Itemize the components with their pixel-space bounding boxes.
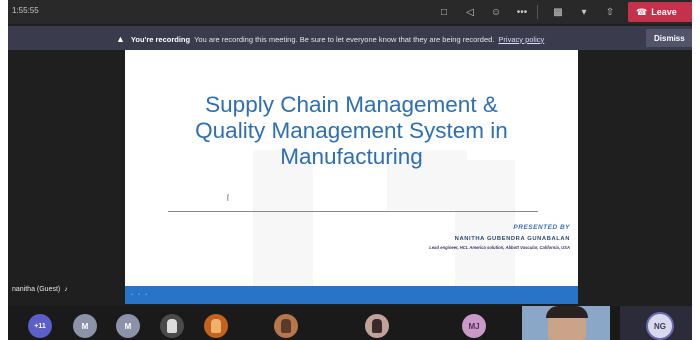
people-icon[interactable]: ◁ [458,3,482,21]
recording-banner: ▲ You're recording You are recording thi… [8,26,692,50]
recording-title: You're recording [130,34,191,44]
presenter-label: nanitha (Guest) ♪ [12,286,68,293]
presenter-name: NANITHA GUBENDRA GUNABALAN [454,236,570,242]
person-icon [211,319,221,333]
privacy-policy-link[interactable]: Privacy policy [498,35,544,44]
meeting-toolbar: 1:55:55 □ ◁ ☺ ••• ▩ ▾ ⇧ ☎ Leave [8,0,692,24]
meeting-timer: 1:55:55 [12,6,39,15]
self-avatar: NG [646,312,674,340]
participant-photo-avatar[interactable] [274,314,298,338]
participant-avatar[interactable]: MJ [462,314,486,338]
participant-avatar[interactable]: M [116,314,140,338]
mic-icon: ♪ [64,286,68,293]
participant-photo-avatar[interactable] [160,314,184,338]
participant-video-tile[interactable] [522,306,610,340]
warning-icon: ▲ [116,34,125,44]
teams-meeting-window: 1:55:55 □ ◁ ☺ ••• ▩ ▾ ⇧ ☎ Leave ▲ You're… [8,0,692,340]
person-icon [281,319,291,333]
recording-message: You are recording this meeting. Be sure … [194,34,495,44]
more-participants-button[interactable]: +11 [28,314,52,338]
leave-button[interactable]: ☎ Leave [628,2,692,22]
chat-icon[interactable]: □ [432,3,456,21]
dismiss-button[interactable]: Dismiss [646,29,692,47]
share-screen-icon[interactable]: ⇧ [598,3,622,21]
slide-watermark [455,160,515,290]
slide-divider [168,211,538,212]
microphone-icon[interactable]: ▾ [572,3,596,21]
presented-by-label: PRESENTED BY [513,224,570,231]
slide-footer-band: • • • [125,286,578,304]
slide-title-line: Quality Management System in [195,118,508,143]
self-view-tile[interactable]: NG [620,306,692,340]
presenter-role: Lead engineer, HCL America solution, Abb… [429,245,570,250]
footer-decoration: • • • [131,292,150,298]
slide-watermark [253,150,313,290]
text-cursor-icon: ⌈ [227,195,230,202]
participant-photo-avatar[interactable] [204,314,228,338]
person-icon [167,319,177,333]
participant-avatar[interactable]: M [73,314,97,338]
phone-icon: ☎ [636,6,648,17]
person-icon [372,319,382,333]
presenter-label-text: nanitha (Guest) [12,286,61,293]
participant-photo-avatar[interactable] [365,314,389,338]
more-actions-icon[interactable]: ••• [510,3,534,21]
shared-slide: Supply Chain Management & Quality Manage… [125,50,578,304]
camera-icon[interactable]: ▩ [546,3,570,21]
slide-title-line: Supply Chain Management & [205,92,498,117]
toolbar-divider [537,5,538,19]
reactions-icon[interactable]: ☺ [484,3,508,21]
slide-title-line: Manufacturing [280,144,423,169]
leave-label: Leave [651,7,677,17]
slide-title: Supply Chain Management & Quality Manage… [145,92,558,170]
participant-video-detail [546,306,588,318]
